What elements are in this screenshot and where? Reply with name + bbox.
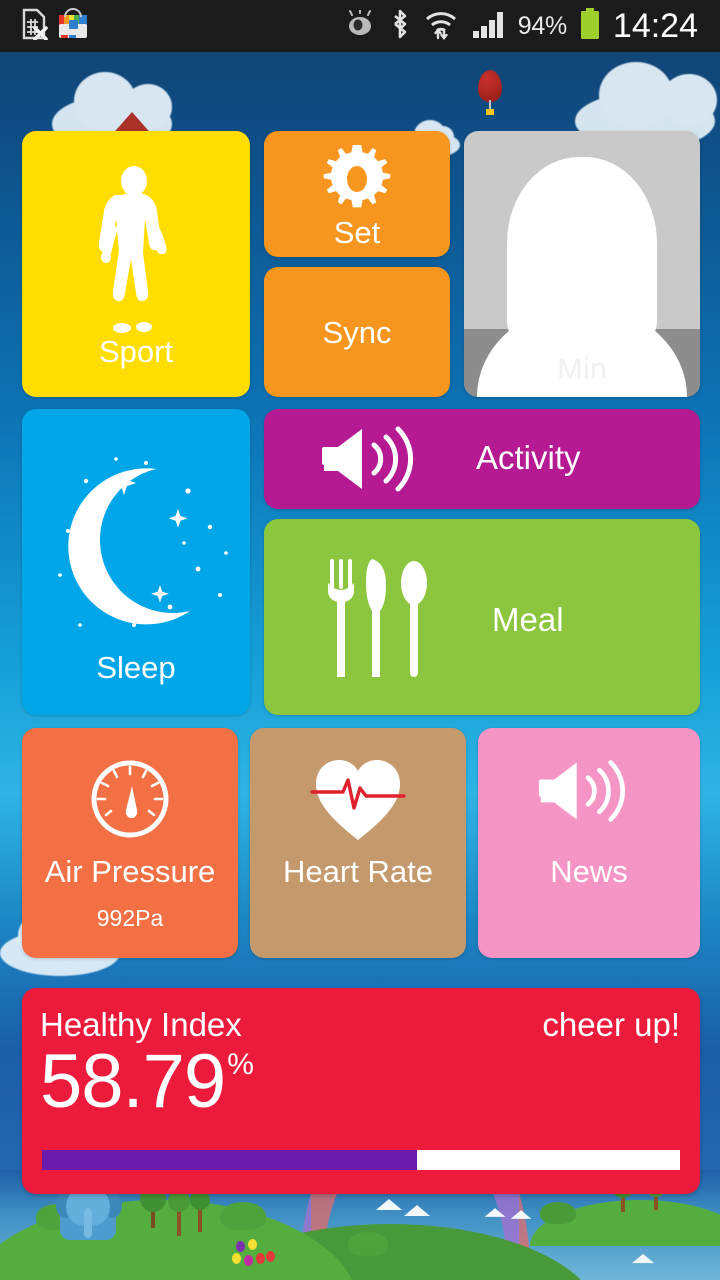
tile-sport[interactable]: Sport [22, 131, 250, 397]
healthy-index-unit: % [227, 1048, 254, 1081]
tile-heart-rate-label: Heart Rate [283, 854, 433, 889]
tile-min-label: Min [557, 351, 607, 386]
tree-icon [168, 1190, 190, 1236]
tile-news-label: News [550, 854, 628, 889]
balloon-decoration [266, 1251, 275, 1262]
megaphone-icon [320, 425, 430, 498]
cellular-signal-icon [471, 9, 505, 44]
balloon-decoration [236, 1241, 245, 1252]
tree-icon [140, 1186, 166, 1228]
cutlery-icon [326, 557, 430, 684]
healthy-index-panel[interactable]: Healthy Index cheer up! 58.79 % [22, 988, 700, 1194]
gauge-icon [89, 758, 171, 845]
balloon-decoration [256, 1253, 265, 1264]
wifi-icon [424, 8, 458, 45]
tile-set[interactable]: Set [264, 131, 450, 257]
tile-air-pressure[interactable]: Air Pressure 992Pa [22, 728, 238, 958]
elephant-icon [56, 1186, 122, 1244]
healthy-index-progress-fill [42, 1150, 418, 1170]
megaphone-icon [537, 758, 641, 829]
tile-air-pressure-label: Air Pressure [44, 854, 216, 889]
paper-boat-icon [484, 1208, 506, 1217]
tree-icon [190, 1190, 210, 1232]
status-bar-right-icons: 94% 14:24 [344, 7, 720, 46]
battery-icon [580, 7, 600, 45]
tile-activity-label: Activity [476, 439, 581, 476]
status-bar: 94% 14:24 [0, 0, 720, 52]
clock-label: 14:24 [612, 6, 698, 45]
tile-sleep[interactable]: Sleep [22, 409, 250, 715]
tile-sleep-label: Sleep [96, 650, 176, 685]
paper-boat-icon [404, 1205, 430, 1216]
status-bar-left-icons [0, 7, 88, 45]
tile-air-pressure-value: 992Pa [96, 905, 164, 931]
tile-sport-label: Sport [98, 334, 174, 369]
healthy-index-progress-bar[interactable] [42, 1150, 680, 1170]
tile-sync[interactable]: Sync [264, 267, 450, 397]
app-store-icon [58, 7, 88, 45]
tile-sync-label: Sync [322, 315, 392, 350]
smart-stay-eye-icon [344, 8, 376, 43]
healthy-index-value: 58.79 [40, 1039, 226, 1124]
bluetooth-icon [389, 8, 411, 45]
paper-boat-icon [631, 1253, 655, 1264]
heart-pulse-icon [310, 756, 406, 847]
hot-air-balloon-icon [478, 70, 502, 116]
healthy-index-value-group: 58.79 % [40, 1039, 254, 1124]
paper-boat-icon [376, 1199, 402, 1210]
balloon-decoration [244, 1255, 253, 1266]
battery-percent-label: 94% [517, 11, 567, 40]
balloon-decoration [248, 1239, 257, 1250]
tile-heart-rate[interactable]: Heart Rate [250, 728, 466, 958]
crescent-moon-icon [38, 445, 234, 646]
tile-news[interactable]: News [478, 728, 700, 958]
running-person-icon [82, 165, 190, 350]
tile-set-label: Set [333, 215, 381, 250]
no-sim-card-icon [22, 8, 48, 45]
gear-icon [321, 143, 393, 220]
tile-activity[interactable]: Activity [264, 409, 700, 509]
healthy-index-message: cheer up! [542, 1006, 680, 1043]
paper-boat-icon [510, 1210, 532, 1219]
tile-meal-label: Meal [492, 601, 564, 638]
tile-meal[interactable]: Meal [264, 519, 700, 715]
tile-min[interactable]: Min [464, 131, 700, 397]
balloon-decoration [232, 1253, 241, 1264]
